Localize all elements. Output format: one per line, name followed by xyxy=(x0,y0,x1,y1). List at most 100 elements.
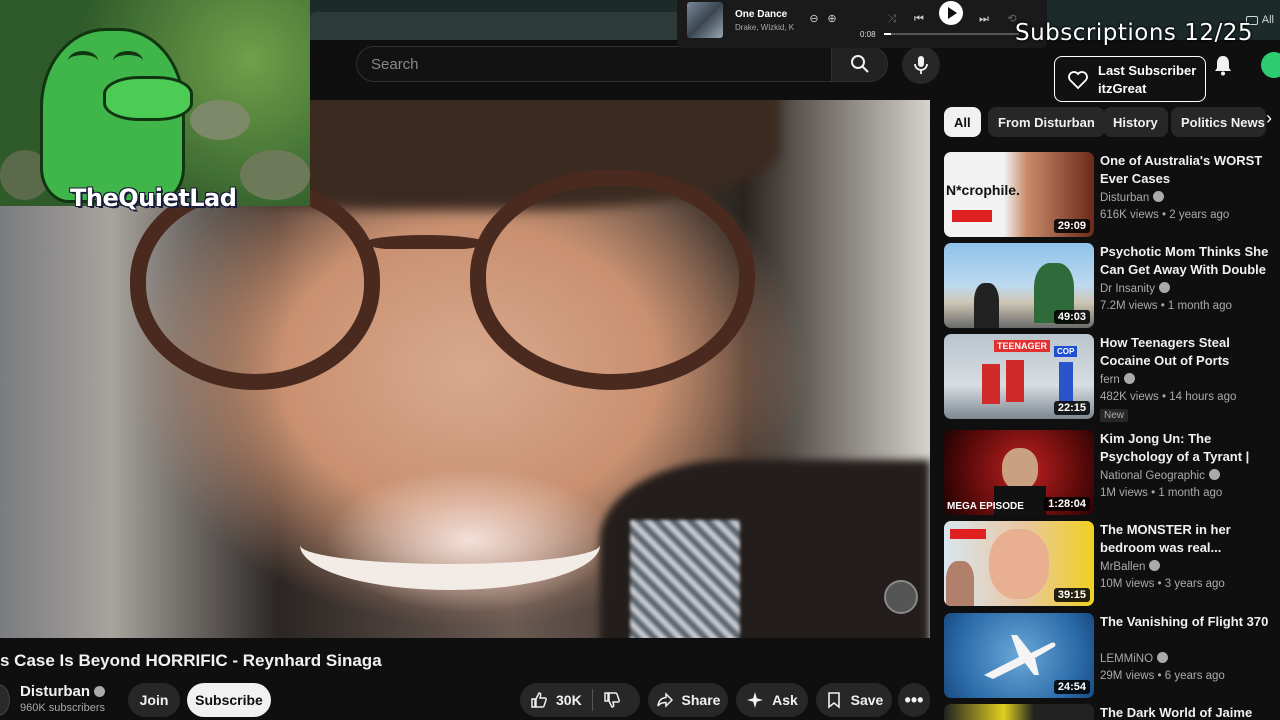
channel-text: fern xyxy=(1100,374,1120,386)
more-icon: ••• xyxy=(904,689,924,710)
sparkle-icon xyxy=(747,692,764,708)
track-time: 0:08 xyxy=(860,30,876,39)
notifications-bell-icon[interactable] xyxy=(1212,54,1234,76)
account-avatar[interactable] xyxy=(1261,52,1280,78)
music-mini-player: One Dance Drake, Wizkid, K ⊖ ⊕ ⤨ ⏮ ⏭ ⟲ 0… xyxy=(677,0,1047,48)
voice-search-button[interactable] xyxy=(902,46,940,84)
recommendation-meta: 10M views • 3 years ago xyxy=(1100,578,1225,590)
recommendation-title: The MONSTER in her bedroom was real... (… xyxy=(1100,522,1231,555)
video-duration: 24:54 xyxy=(1053,680,1090,694)
like-dislike-group: 30K xyxy=(520,683,640,717)
join-button[interactable]: Join xyxy=(128,683,180,717)
bookmark-icon xyxy=(827,692,840,709)
chip-label: History xyxy=(1113,114,1158,130)
chevron-right-icon[interactable]: › xyxy=(1266,108,1280,136)
verified-icon xyxy=(1149,560,1161,571)
video-duration: 29:09 xyxy=(1053,219,1090,233)
streamer-name: TheQuietLad xyxy=(70,184,237,212)
crocodile-avatar xyxy=(40,28,193,203)
thumbs-up-icon[interactable]: ⊕ xyxy=(825,12,839,26)
chip-all[interactable]: All xyxy=(944,107,981,137)
chip-label: All xyxy=(954,114,971,130)
video-thumbnail[interactable]: 24:54 xyxy=(944,613,1094,698)
recommendation-channel: National Geographic xyxy=(1100,469,1220,482)
subscribe-button[interactable]: Subscribe xyxy=(187,683,271,717)
like-button[interactable]: 30K xyxy=(530,691,582,709)
recommendation-item[interactable]: N*crophile. 29:09 One of Australia's WOR… xyxy=(944,152,1280,238)
channel-text: MrBallen xyxy=(1100,561,1146,573)
video-thumbnail[interactable]: 49:03 xyxy=(944,243,1094,328)
channel-name-text[interactable]: Disturban xyxy=(20,683,90,700)
channel-name[interactable]: Disturban xyxy=(20,683,106,700)
browser-tab[interactable] xyxy=(310,12,680,40)
video-thumbnail[interactable] xyxy=(944,704,1094,720)
thumbs-down-icon[interactable] xyxy=(603,691,621,709)
verified-icon xyxy=(1158,282,1170,293)
verified-icon xyxy=(1157,652,1169,663)
previous-icon[interactable]: ⏮ xyxy=(912,12,926,26)
video-duration: 22:15 xyxy=(1053,401,1090,415)
search-button[interactable] xyxy=(832,46,888,82)
thumbs-down-icon[interactable]: ⊖ xyxy=(807,12,821,26)
save-button[interactable]: Save xyxy=(816,683,892,717)
like-count: 30K xyxy=(556,692,582,708)
play-button[interactable] xyxy=(939,1,963,25)
channel-text: Disturban xyxy=(1100,192,1150,204)
recommendation-channel: LEMMiNO xyxy=(1100,652,1169,665)
recommendation-item[interactable]: TEENAGER COP 22:15 How Teenagers Steal C… xyxy=(944,334,1280,422)
airplane-icon xyxy=(984,635,1056,679)
chip-from-disturban[interactable]: From Disturban xyxy=(988,107,1105,137)
more-actions-button[interactable]: ••• xyxy=(898,683,930,717)
arrow-icon xyxy=(950,529,986,539)
video-duration: 49:03 xyxy=(1053,310,1090,324)
chip-label: Politics News xyxy=(1181,114,1265,130)
recommendation-meta: 29M views • 6 years ago xyxy=(1100,670,1225,682)
search-input[interactable]: Search xyxy=(356,46,832,82)
track-artist: Drake, Wizkid, K xyxy=(735,23,795,32)
recommendation-item[interactable]: 49:03 Psychotic Mom Thinks She Can Get A… xyxy=(944,243,1280,329)
album-art xyxy=(687,2,723,38)
search-placeholder: Search xyxy=(371,55,419,73)
video-thumbnail[interactable]: TEENAGER COP 22:15 xyxy=(944,334,1094,419)
verified-icon xyxy=(1123,373,1135,384)
shuffle-icon[interactable]: ⤨ xyxy=(885,12,899,26)
join-label: Join xyxy=(139,692,169,708)
channel-avatar[interactable] xyxy=(0,684,10,716)
share-button[interactable]: Share xyxy=(648,683,728,717)
recommendation-title: The Dark World of Jaime Osuna xyxy=(1100,705,1253,720)
recommendation-item[interactable]: The Dark World of Jaime Osuna xyxy=(944,704,1280,720)
recommendation-meta: 7.2M views • 1 month ago xyxy=(1100,300,1232,312)
chip-history[interactable]: History xyxy=(1103,107,1168,137)
video-thumbnail[interactable]: N*crophile. 29:09 xyxy=(944,152,1094,237)
subscribe-label: Subscribe xyxy=(195,692,263,708)
verified-icon xyxy=(94,686,106,697)
video-thumbnail[interactable]: MEGA EPISODE 1:28:04 xyxy=(944,430,1094,515)
recommendation-item[interactable]: MEGA EPISODE 1:28:04 Kim Jong Un: The Ps… xyxy=(944,430,1280,516)
recommendation-meta: 1M views • 1 month ago xyxy=(1100,487,1223,499)
recommendation-meta: 482K views • 14 hours ago xyxy=(1100,391,1237,403)
track-progress-bar[interactable] xyxy=(884,33,1019,35)
recommendation-title: The Vanishing of Flight 370 xyxy=(1100,614,1269,629)
recommendation-title: Kim Jong Un: The Psychology of a Tyrant … xyxy=(1100,431,1250,464)
channel-text: LEMMiNO xyxy=(1100,653,1154,665)
recommendation-item[interactable]: 39:15 The MONSTER in her bedroom was rea… xyxy=(944,521,1280,607)
video-thumbnail[interactable]: 39:15 xyxy=(944,521,1094,606)
new-badge: New xyxy=(1100,409,1129,422)
share-icon xyxy=(656,692,673,708)
video-title: s Case Is Beyond HORRIFIC - Reynhard Sin… xyxy=(0,651,382,670)
search-icon xyxy=(850,55,869,73)
next-icon[interactable]: ⏭ xyxy=(977,12,991,26)
thumbnail-text: COP xyxy=(1054,346,1078,357)
recommendation-title: Psychotic Mom Thinks She Can Get Away Wi… xyxy=(1100,244,1269,277)
last-subscriber-widget: Last Subscriber itzGreat xyxy=(1054,56,1206,102)
chip-politics-news[interactable]: Politics News xyxy=(1171,107,1266,137)
thumbnail-text: N*crophile. xyxy=(946,182,1020,198)
track-title: One Dance xyxy=(735,9,788,20)
channel-watermark[interactable] xyxy=(884,580,918,614)
ask-button[interactable]: Ask xyxy=(736,683,808,717)
ask-label: Ask xyxy=(772,692,798,708)
arrow-icon xyxy=(952,210,992,222)
video-duration: 39:15 xyxy=(1053,588,1090,602)
recommendation-title: One of Australia's WORST Ever Cases xyxy=(1100,153,1263,186)
recommendation-item[interactable]: 24:54 The Vanishing of Flight 370 LEMMiN… xyxy=(944,613,1280,699)
